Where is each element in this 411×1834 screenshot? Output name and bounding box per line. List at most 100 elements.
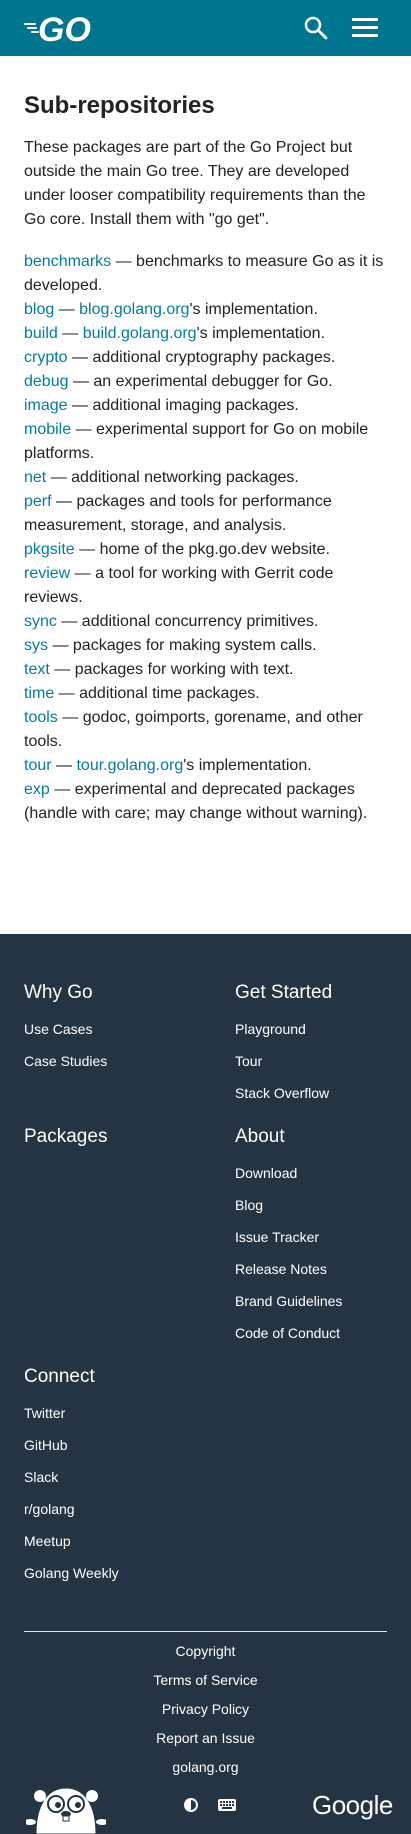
footer-link[interactable]: Tour	[235, 1051, 405, 1071]
package-description: 's implementation.	[183, 757, 312, 774]
footer-legal-links: Copyright Terms of Service Privacy Polic…	[0, 1641, 411, 1786]
gopher-mascot-icon	[26, 1787, 106, 1834]
footer-link[interactable]: Golang Weekly	[24, 1563, 204, 1583]
package-item: blog — blog.golang.org's implementation.	[24, 298, 387, 322]
package-link-crypto[interactable]: crypto	[24, 349, 68, 366]
footer-col-about: About Download Blog Issue Tracker Releas…	[235, 1125, 405, 1355]
package-item: build — build.golang.org's implementatio…	[24, 322, 387, 346]
footer-link[interactable]: r/golang	[24, 1499, 204, 1519]
google-logo[interactable]: Google	[312, 1790, 393, 1821]
package-link-perf[interactable]: perf	[24, 493, 52, 510]
hamburger-menu-icon[interactable]	[352, 18, 380, 38]
footer-link[interactable]: GitHub	[24, 1435, 204, 1455]
package-separator: —	[57, 325, 83, 342]
go-logo[interactable]: GO	[24, 11, 108, 45]
package-description: 's implementation.	[189, 301, 318, 318]
footer-link[interactable]: Use Cases	[24, 1019, 204, 1039]
footer-heading[interactable]: Why Go	[24, 981, 204, 1005]
footer-link[interactable]: Slack	[24, 1467, 204, 1487]
footer-link[interactable]: Download	[235, 1163, 405, 1183]
footer-link[interactable]: Case Studies	[24, 1051, 204, 1071]
site-header: GO	[0, 0, 411, 56]
footer-link[interactable]: Stack Overflow	[235, 1083, 405, 1103]
package-description: — a tool for working with Gerrit code re…	[24, 565, 334, 606]
package-site-link[interactable]: blog.golang.org	[79, 301, 189, 318]
package-link-sys[interactable]: sys	[24, 637, 48, 654]
footer-heading[interactable]: About	[235, 1125, 405, 1149]
package-link-mobile[interactable]: mobile	[24, 421, 71, 438]
footer-link[interactable]: Release Notes	[235, 1259, 405, 1279]
page-title: Sub-repositories	[24, 92, 215, 119]
package-item: benchmarks — benchmarks to measure Go as…	[24, 250, 387, 298]
package-description: — home of the pkg.go.dev website.	[74, 541, 330, 558]
package-link-tour[interactable]: tour	[24, 757, 52, 774]
package-item: text — packages for working with text.	[24, 658, 387, 682]
package-item: time — additional time packages.	[24, 682, 387, 706]
package-description: 's implementation.	[196, 325, 326, 342]
package-description: — experimental support for Go on mobile …	[24, 421, 369, 462]
footer-link[interactable]: Blog	[235, 1195, 405, 1215]
package-item: net — additional networking packages.	[24, 466, 387, 490]
package-item: review — a tool for working with Gerrit …	[24, 562, 387, 610]
package-item: debug — an experimental debugger for Go.	[24, 370, 387, 394]
terms-link[interactable]: Terms of Service	[0, 1670, 411, 1690]
footer-heading[interactable]: Get Started	[235, 981, 405, 1005]
footer-col-why-go: Why Go Use Cases Case Studies	[24, 981, 204, 1083]
package-item: tour — tour.golang.org's implementation.	[24, 754, 387, 778]
footer-heading[interactable]: Connect	[24, 1365, 204, 1389]
package-description: — packages for working with text.	[49, 661, 294, 678]
intro-paragraph: These packages are part of the Go Projec…	[24, 139, 366, 228]
package-separator: —	[54, 301, 80, 318]
package-description: — additional concurrency primitives.	[56, 613, 319, 630]
package-link-review[interactable]: review	[24, 565, 70, 582]
package-item: sync — additional concurrency primitives…	[24, 610, 387, 634]
package-description: — packages and tools for performance mea…	[24, 493, 332, 534]
search-icon[interactable]	[303, 15, 329, 41]
main-content: Sub-repositories These packages are part…	[0, 56, 411, 934]
svg-text:GO: GO	[38, 11, 91, 45]
footer-link[interactable]: Meetup	[24, 1531, 204, 1551]
package-item: image — additional imaging packages.	[24, 394, 387, 418]
package-link-debug[interactable]: debug	[24, 373, 69, 390]
package-site-link[interactable]: build.golang.org	[83, 325, 197, 342]
package-link-exp[interactable]: exp	[24, 781, 50, 798]
keyboard-icon[interactable]	[218, 1799, 236, 1811]
package-link-pkgsite[interactable]: pkgsite	[24, 541, 75, 558]
package-link-build[interactable]: build	[24, 325, 58, 342]
package-link-time[interactable]: time	[24, 685, 54, 702]
package-item: exp — experimental and deprecated packag…	[24, 778, 387, 826]
package-description: — packages for making system calls.	[48, 637, 317, 654]
package-link-sync[interactable]: sync	[24, 613, 57, 630]
package-link-net[interactable]: net	[24, 469, 46, 486]
package-link-image[interactable]: image	[24, 397, 68, 414]
footer-link[interactable]: Playground	[235, 1019, 405, 1039]
privacy-link[interactable]: Privacy Policy	[0, 1699, 411, 1719]
package-link-blog[interactable]: blog	[24, 301, 54, 318]
report-issue-link[interactable]: Report an Issue	[0, 1728, 411, 1748]
copyright-link[interactable]: Copyright	[0, 1641, 411, 1661]
site-footer: Why Go Use Cases Case Studies Get Starte…	[0, 934, 411, 1834]
package-separator: —	[51, 757, 77, 774]
footer-link[interactable]: Issue Tracker	[235, 1227, 405, 1247]
package-item: crypto — additional cryptography package…	[24, 346, 387, 370]
package-item: mobile — experimental support for Go on …	[24, 418, 387, 466]
package-description: — additional imaging packages.	[67, 397, 299, 414]
package-item: sys — packages for making system calls.	[24, 634, 387, 658]
footer-col-get-started: Get Started Playground Tour Stack Overfl…	[235, 981, 405, 1115]
footer-col-connect: Connect Twitter GitHub Slack r/golang Me…	[24, 1365, 204, 1595]
package-description: — godoc, goimports, gorename, and other …	[24, 709, 363, 750]
package-link-text[interactable]: text	[24, 661, 50, 678]
package-link-benchmarks[interactable]: benchmarks	[24, 253, 111, 270]
package-description: — experimental and deprecated packages (…	[24, 781, 368, 822]
footer-link[interactable]: Twitter	[24, 1403, 204, 1423]
package-item: perf — packages and tools for performanc…	[24, 490, 387, 538]
package-site-link[interactable]: tour.golang.org	[76, 757, 183, 774]
package-list: benchmarks — benchmarks to measure Go as…	[24, 250, 387, 826]
package-link-tools[interactable]: tools	[24, 709, 58, 726]
theme-toggle-icon[interactable]	[183, 1797, 199, 1813]
footer-link[interactable]: Brand Guidelines	[235, 1291, 405, 1311]
footer-heading[interactable]: Packages	[24, 1125, 204, 1149]
footer-link[interactable]: Code of Conduct	[235, 1323, 405, 1343]
golang-org-link[interactable]: golang.org	[0, 1757, 411, 1777]
footer-divider	[24, 1631, 387, 1632]
